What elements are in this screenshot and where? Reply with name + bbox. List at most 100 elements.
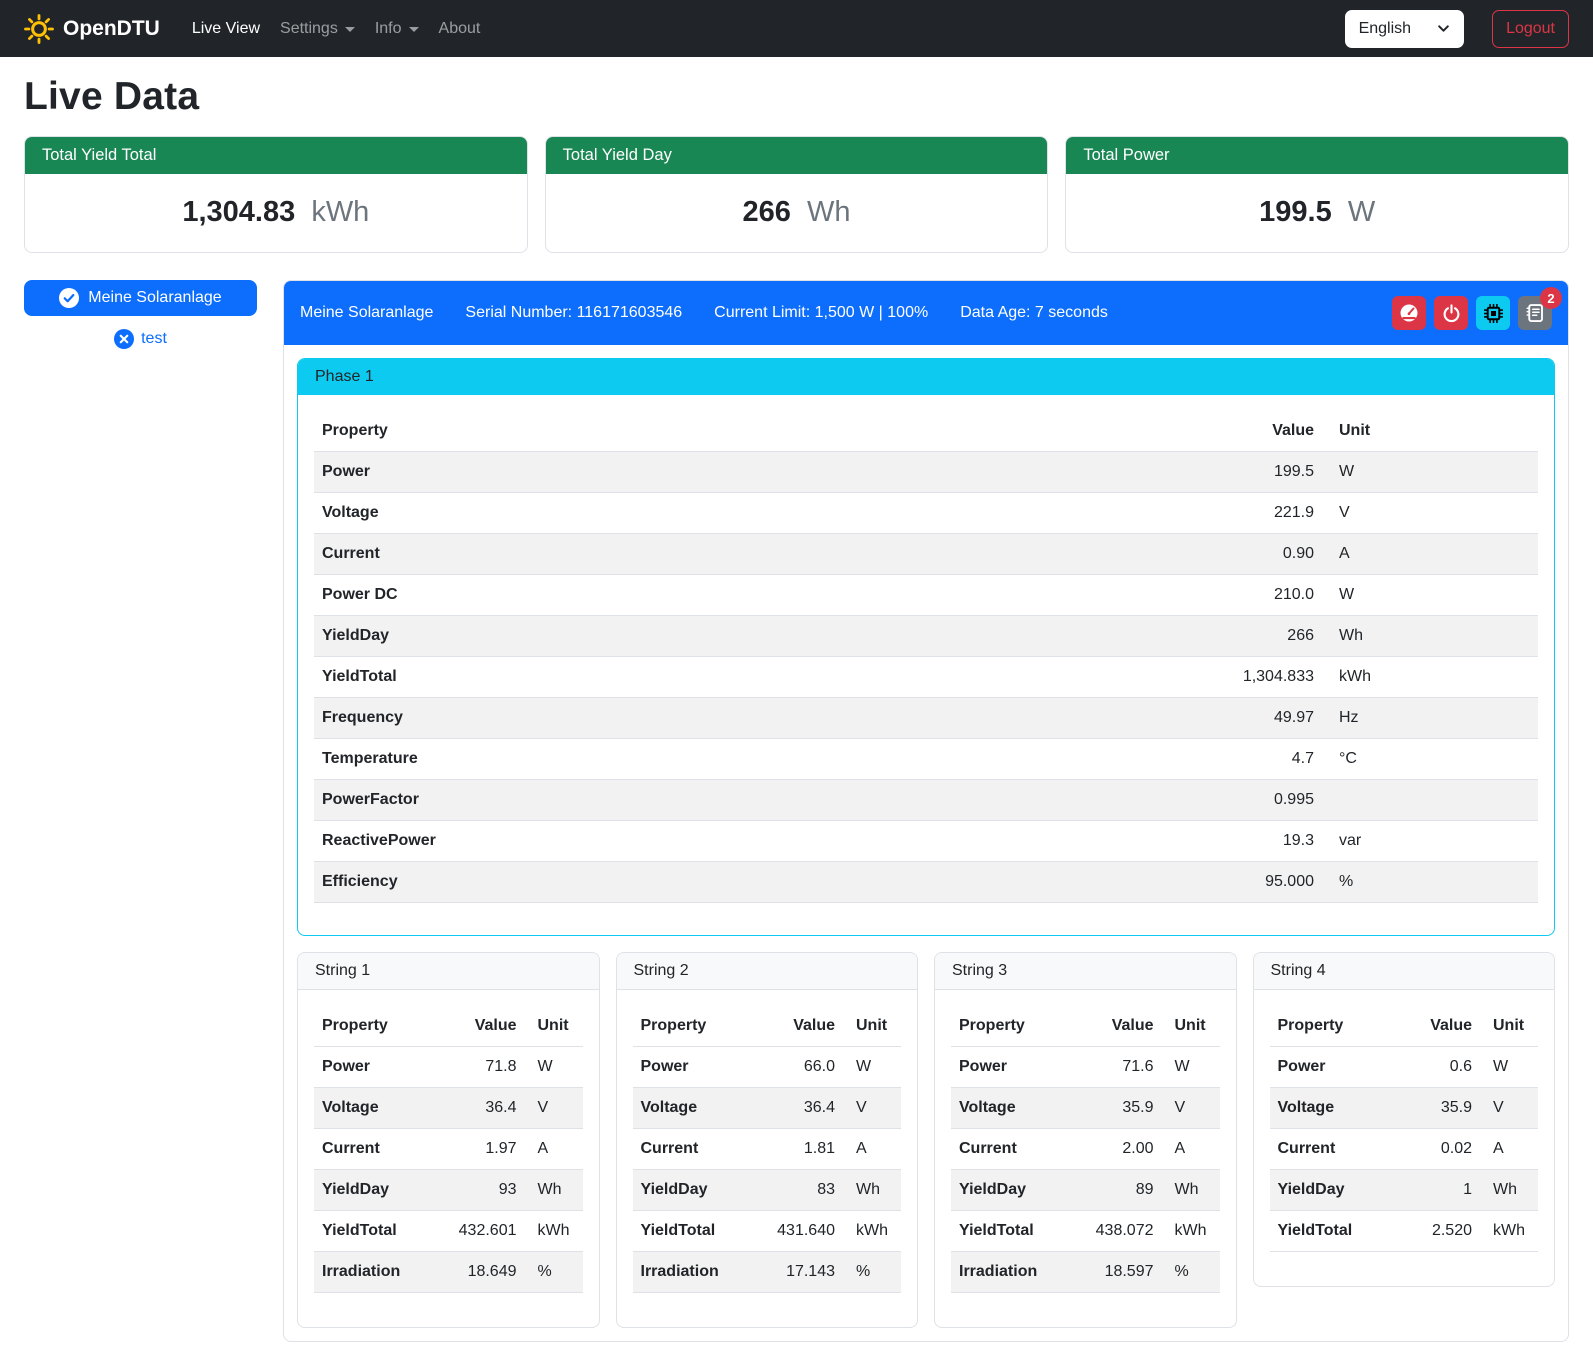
chevron-down-icon (1437, 22, 1450, 35)
unit-cell: Wh (525, 1170, 583, 1211)
unit-cell: var (1322, 821, 1538, 862)
inverter-actions: 2 (1392, 296, 1552, 330)
table-row: Power DC210.0W (314, 575, 1538, 616)
nav-item-info[interactable]: Info (365, 12, 429, 46)
string-2-card: String 2 Property Value Unit (616, 952, 919, 1328)
event-count-badge: 2 (1540, 287, 1562, 309)
value-cell: 4.7 (1172, 739, 1322, 780)
nav-item-about[interactable]: About (429, 12, 491, 46)
brand[interactable]: OpenDTU (24, 14, 160, 44)
value-cell: 199.5 (1172, 452, 1322, 493)
property-cell: Current (314, 534, 1172, 575)
unit-cell (1322, 780, 1538, 821)
logout-button[interactable]: Logout (1492, 10, 1569, 48)
table-row: Voltage35.9V (951, 1088, 1220, 1129)
value-cell: 432.601 (433, 1211, 525, 1252)
table-row: YieldTotal1,304.833kWh (314, 657, 1538, 698)
value-cell: 83 (751, 1170, 843, 1211)
unit-cell: Wh (1480, 1170, 1538, 1211)
table-row: ReactivePower19.3var (314, 821, 1538, 862)
column-header-property: Property (314, 411, 1172, 452)
value-cell: 19.3 (1172, 821, 1322, 862)
x-circle-icon (114, 329, 134, 349)
power-icon (1442, 304, 1461, 323)
value-cell: 266 (1172, 616, 1322, 657)
opendtu-page: OpenDTU Live View Settings Info About En… (0, 0, 1593, 1359)
table-row: YieldDay89Wh (951, 1170, 1220, 1211)
unit-cell: A (1322, 534, 1538, 575)
nav-item-label: Settings (280, 20, 338, 38)
unit-cell: V (1480, 1088, 1538, 1129)
inverter-item-test[interactable]: test (24, 329, 257, 349)
unit-cell: V (1162, 1088, 1220, 1129)
property-cell: YieldDay (1270, 1170, 1389, 1211)
unit-cell: V (843, 1088, 901, 1129)
table-row: Current2.00A (951, 1129, 1220, 1170)
property-cell: Power (951, 1047, 1070, 1088)
value-cell: 95.000 (1172, 862, 1322, 903)
table-row: Current0.02A (1270, 1129, 1539, 1170)
unit-cell: W (843, 1047, 901, 1088)
property-cell: YieldTotal (314, 657, 1172, 698)
journal-text-icon (1525, 303, 1545, 323)
inverter-data-age: Data Age: 7 seconds (960, 304, 1108, 322)
table-row: YieldDay83Wh (633, 1170, 902, 1211)
inverter-item-label: test (141, 330, 167, 348)
inverter-card-header: Meine Solaranlage Serial Number: 1161716… (284, 281, 1568, 345)
card-title: Total Power (1066, 137, 1568, 174)
inverter-card: Meine Solaranlage Serial Number: 1161716… (283, 280, 1569, 1342)
property-cell: YieldDay (951, 1170, 1070, 1211)
property-cell: Power (1270, 1047, 1389, 1088)
table-row: Voltage36.4V (314, 1088, 583, 1129)
unit-cell: kWh (1162, 1211, 1220, 1252)
column-header-value: Value (751, 1006, 843, 1047)
column-header-value: Value (1070, 1006, 1162, 1047)
language-select[interactable]: English (1345, 10, 1464, 48)
table-row: YieldTotal432.601kWh (314, 1211, 583, 1252)
nav-item-settings[interactable]: Settings (270, 12, 365, 46)
power-settings-button[interactable] (1434, 296, 1468, 330)
total-power-card: Total Power 199.5 W (1065, 136, 1569, 253)
string-4-table: Property Value Unit Power0.6WVoltage35.9… (1270, 1006, 1539, 1252)
table-row: Power66.0W (633, 1047, 902, 1088)
card-value: 1,304.83 (182, 196, 295, 228)
column-header-unit: Unit (1162, 1006, 1220, 1047)
string-3-table: Property Value Unit Power71.6WVoltage35.… (951, 1006, 1220, 1293)
table-row: Current1.97A (314, 1129, 583, 1170)
column-header-property: Property (314, 1006, 433, 1047)
property-cell: Power (314, 452, 1172, 493)
chevron-down-icon (409, 27, 419, 32)
unit-cell: W (1322, 452, 1538, 493)
summary-cards-row: Total Yield Total 1,304.83 kWh Total Yie… (24, 136, 1569, 253)
string-card-title: String 2 (617, 953, 918, 990)
value-cell: 89 (1070, 1170, 1162, 1211)
table-row: Irradiation18.649% (314, 1252, 583, 1293)
value-cell: 0.995 (1172, 780, 1322, 821)
unit-cell: A (1162, 1129, 1220, 1170)
property-cell: YieldTotal (314, 1211, 433, 1252)
device-info-button[interactable] (1476, 296, 1510, 330)
card-body: 199.5 W (1066, 174, 1568, 252)
card-body: 266 Wh (546, 174, 1048, 252)
value-cell: 221.9 (1172, 493, 1322, 534)
value-cell: 1,304.833 (1172, 657, 1322, 698)
value-cell: 0.90 (1172, 534, 1322, 575)
value-cell: 17.143 (751, 1252, 843, 1293)
inverter-selected-button[interactable]: Meine Solaranlage (24, 280, 257, 316)
card-unit: W (1348, 196, 1375, 228)
table-row: YieldTotal431.640kWh (633, 1211, 902, 1252)
unit-cell: % (843, 1252, 901, 1293)
nav-item-live-view[interactable]: Live View (182, 12, 270, 46)
property-cell: YieldDay (314, 616, 1172, 657)
unit-cell: kWh (1480, 1211, 1538, 1252)
event-log-button[interactable]: 2 (1518, 296, 1552, 330)
property-cell: Temperature (314, 739, 1172, 780)
limit-settings-button[interactable] (1392, 296, 1426, 330)
value-cell: 71.8 (433, 1047, 525, 1088)
property-cell: Irradiation (314, 1252, 433, 1293)
phase-1-card: Phase 1 Property Value Unit (297, 358, 1555, 936)
value-cell: 93 (433, 1170, 525, 1211)
cpu-icon (1483, 303, 1504, 324)
nav-item-label: About (439, 20, 481, 38)
value-cell: 0.02 (1388, 1129, 1480, 1170)
